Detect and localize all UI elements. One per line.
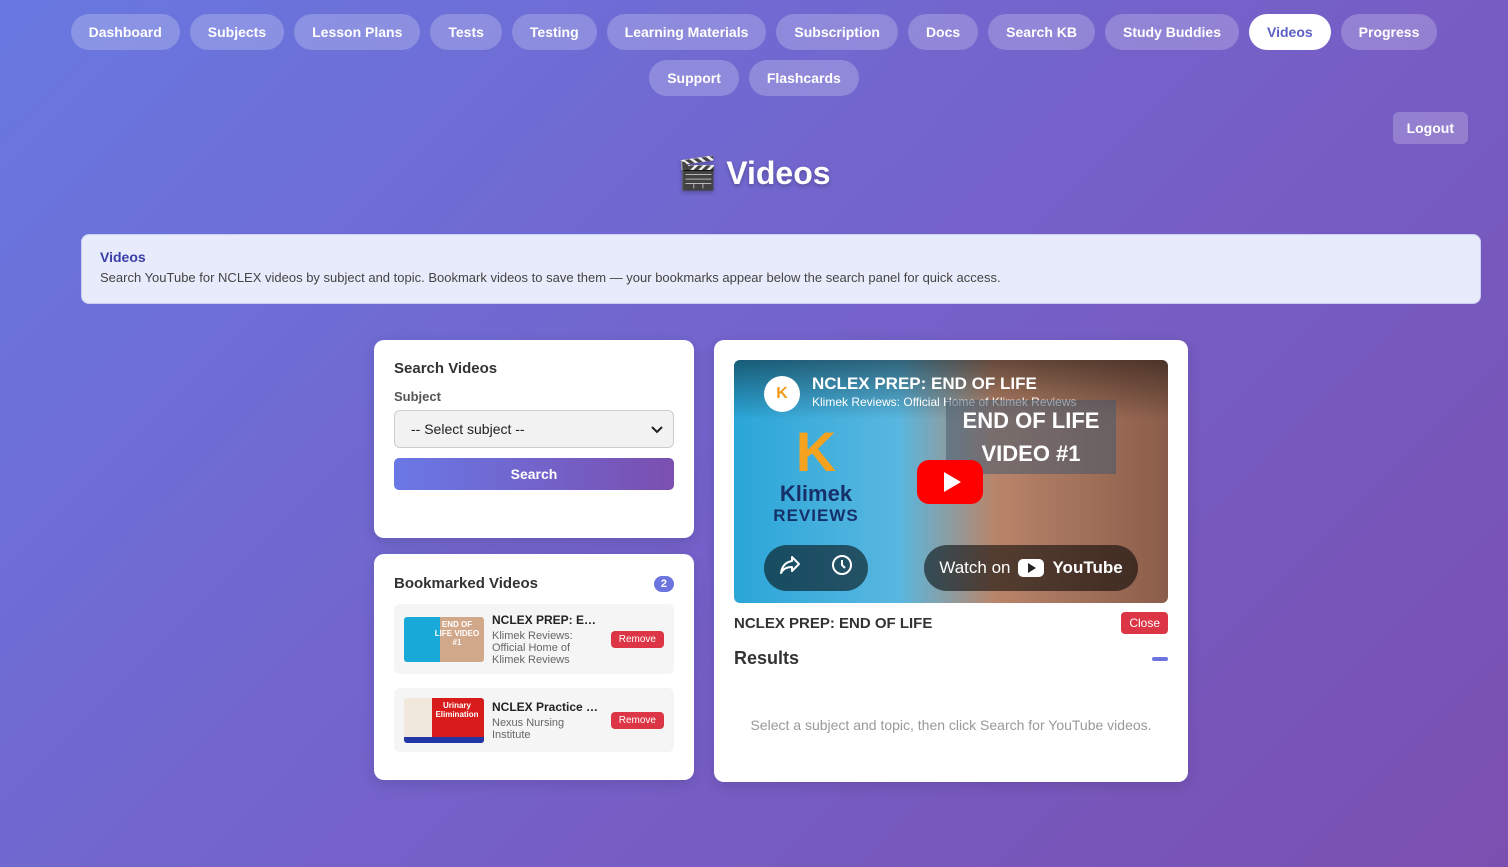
nav-dashboard[interactable]: Dashboard xyxy=(70,14,180,50)
overlay-line-1: END OF LIFE xyxy=(962,408,1100,433)
bookmark-count-badge: 2 xyxy=(653,575,674,592)
nav-docs[interactable]: Docs xyxy=(907,14,979,50)
nav-testing[interactable]: Testing xyxy=(511,14,597,50)
now-playing-title: NCLEX PREP: END OF LIFE xyxy=(734,614,933,632)
thumbnail-text: Urinary Elimination xyxy=(435,700,479,719)
watch-on-youtube-button[interactable]: Watch on YouTube xyxy=(924,545,1138,591)
close-player-button[interactable]: Close xyxy=(1121,612,1168,634)
main-nav: Dashboard Subjects Lesson Plans Tests Te… xyxy=(0,14,1508,96)
video-thumbnail[interactable]: Urinary Elimination xyxy=(404,697,484,743)
subject-select[interactable]: -- Select subject -- xyxy=(394,410,674,448)
results-heading: Results xyxy=(734,648,800,668)
bookmark-info: NCLEX PREP: END OF LIFE Klimek Reviews: … xyxy=(492,613,602,666)
brand-letter: K xyxy=(795,420,837,483)
subject-select-value: -- Select subject -- xyxy=(411,421,525,437)
thumbnail-band xyxy=(404,736,484,743)
bookmark-title[interactable]: NCLEX Practice for Urinary Elimination xyxy=(492,700,602,714)
bookmarks-heading: Bookmarked Videos xyxy=(394,575,538,592)
thumbnail-text: END OF LIFE VIDEO #1 xyxy=(434,619,480,647)
info-banner: Videos Search YouTube for NCLEX videos b… xyxy=(81,234,1481,304)
nav-tests[interactable]: Tests xyxy=(430,14,502,50)
nav-subscription[interactable]: Subscription xyxy=(776,14,898,50)
info-title: Videos xyxy=(100,249,146,265)
subject-label: Subject xyxy=(394,389,441,404)
page-title-text: Videos xyxy=(726,155,831,191)
results-empty-message: Select a subject and topic, then click S… xyxy=(750,717,1152,733)
chevron-down-icon xyxy=(651,421,663,437)
watch-on-label: Watch on xyxy=(939,558,1011,577)
nav-lesson-plans[interactable]: Lesson Plans xyxy=(294,14,421,50)
youtube-icon xyxy=(1018,559,1045,577)
youtube-label: YouTube xyxy=(1052,558,1123,577)
bookmark-item[interactable]: Urinary Elimination NCLEX Practice for U… xyxy=(394,688,674,752)
clapperboard-icon: 🎬 xyxy=(677,155,718,191)
nav-flashcards[interactable]: Flashcards xyxy=(748,60,859,96)
video-title[interactable]: NCLEX PREP: END OF LIFE xyxy=(812,374,1037,394)
bookmark-title[interactable]: NCLEX PREP: END OF LIFE xyxy=(492,613,602,627)
bookmark-info: NCLEX Practice for Urinary Elimination N… xyxy=(492,700,602,741)
nav-support[interactable]: Support xyxy=(649,60,739,96)
search-panel: Search Videos Subject -- Select subject … xyxy=(374,340,694,538)
bookmarks-header: Bookmarked Videos 2 xyxy=(394,575,674,592)
player-panel: K NCLEX PREP: END OF LIFE Klimek Reviews… xyxy=(714,340,1188,782)
play-icon xyxy=(944,472,961,492)
results-header: Results xyxy=(734,648,1168,669)
search-button[interactable]: Search xyxy=(394,458,674,490)
remove-bookmark-button[interactable]: Remove xyxy=(610,630,664,648)
nav-study-buddies[interactable]: Study Buddies xyxy=(1104,14,1239,50)
now-playing-bar: NCLEX PREP: END OF LIFE Close xyxy=(734,612,1168,634)
nav-search-kb[interactable]: Search KB xyxy=(988,14,1095,50)
bookmark-item[interactable]: END OF LIFE VIDEO #1 NCLEX PREP: END OF … xyxy=(394,604,674,674)
play-button[interactable] xyxy=(917,460,983,504)
search-heading: Search Videos xyxy=(394,360,498,377)
video-thumbnail[interactable]: END OF LIFE VIDEO #1 xyxy=(404,616,484,662)
channel-avatar[interactable]: K xyxy=(764,376,800,412)
share-icon[interactable] xyxy=(779,555,801,581)
remove-bookmark-button[interactable]: Remove xyxy=(610,711,664,729)
watch-later-icon[interactable] xyxy=(831,554,853,582)
bookmarks-panel: Bookmarked Videos 2 END OF LIFE VIDEO #1… xyxy=(374,554,694,780)
nav-videos[interactable]: Videos xyxy=(1249,14,1331,50)
nav-learning-materials[interactable]: Learning Materials xyxy=(606,14,767,50)
brand-logo: K Klimek REVIEWS xyxy=(756,422,876,526)
nav-progress[interactable]: Progress xyxy=(1340,14,1438,50)
bookmark-channel: Nexus Nursing Institute xyxy=(492,716,565,741)
collapse-icon[interactable] xyxy=(1152,656,1168,661)
video-controls xyxy=(764,545,868,591)
bookmark-channel: Klimek Reviews: Official Home of Klimek … xyxy=(492,629,573,666)
nav-subjects[interactable]: Subjects xyxy=(189,14,285,50)
youtube-embed[interactable]: K NCLEX PREP: END OF LIFE Klimek Reviews… xyxy=(734,360,1168,603)
info-text: Search YouTube for NCLEX videos by subje… xyxy=(100,270,1001,285)
page-title: 🎬 Videos xyxy=(0,154,1508,192)
logout-button[interactable]: Logout xyxy=(1392,112,1468,144)
brand-sub: REVIEWS xyxy=(773,506,859,525)
brand-name: Klimek xyxy=(779,481,853,506)
